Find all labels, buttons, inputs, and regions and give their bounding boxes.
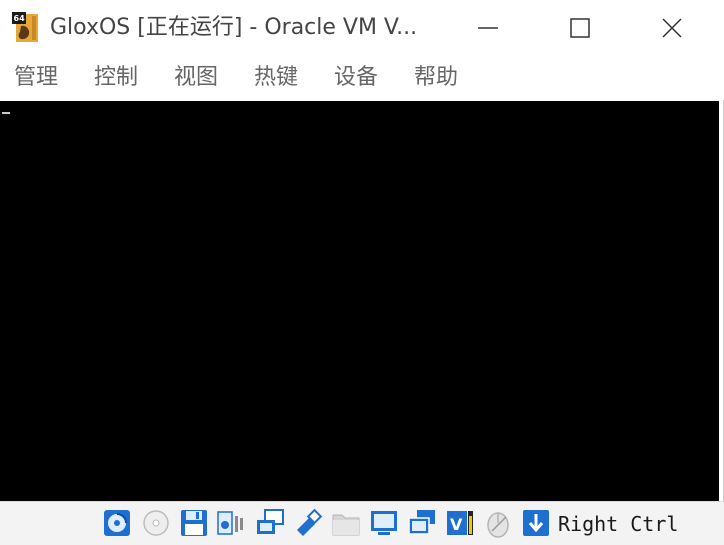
hard-disk-icon[interactable] [102,508,132,538]
menu-manage[interactable]: 管理 [14,64,58,92]
svg-text:64: 64 [14,14,26,23]
text-cursor [2,112,10,114]
menu-hotkey[interactable]: 热键 [254,64,298,92]
audio-icon[interactable] [217,508,247,538]
vt-x-icon[interactable]: V [445,508,475,538]
window-title: GloxOS [正在运行] - Oracle VM V... [50,15,418,40]
optical-drive-icon[interactable] [141,508,171,538]
display-icon[interactable] [369,508,399,538]
status-bar: V Right Ctrl [0,501,724,545]
recording-icon[interactable] [407,508,437,538]
menu-bar: 管理 控制 视图 热键 设备 帮助 [0,56,724,100]
shared-folders-icon[interactable] [331,508,361,538]
svg-text:V: V [450,515,463,534]
maximize-button[interactable] [534,0,626,56]
vm-display[interactable] [0,101,719,501]
title-bar[interactable]: 64 GloxOS [正在运行] - Oracle VM V... [0,0,724,56]
menu-view[interactable]: 视图 [174,64,218,92]
network-icon[interactable] [255,508,285,538]
host-key-arrow-icon[interactable] [521,508,551,538]
maximize-icon [570,18,590,38]
menu-devices[interactable]: 设备 [334,64,378,92]
menu-help[interactable]: 帮助 [414,64,458,92]
usb-icon[interactable] [293,508,323,538]
minimize-icon [478,27,498,29]
close-button[interactable] [626,0,718,56]
minimize-button[interactable] [442,0,534,56]
virtualbox-64-icon[interactable]: 64 [12,12,44,44]
mouse-integration-icon[interactable] [483,508,513,538]
floppy-drive-icon[interactable] [179,508,209,538]
host-key-label: Right Ctrl [558,512,679,536]
vm-window: 64 GloxOS [正在运行] - Oracle VM V... 管理 控制 … [0,0,724,545]
close-icon [662,18,682,38]
menu-control[interactable]: 控制 [94,64,138,92]
